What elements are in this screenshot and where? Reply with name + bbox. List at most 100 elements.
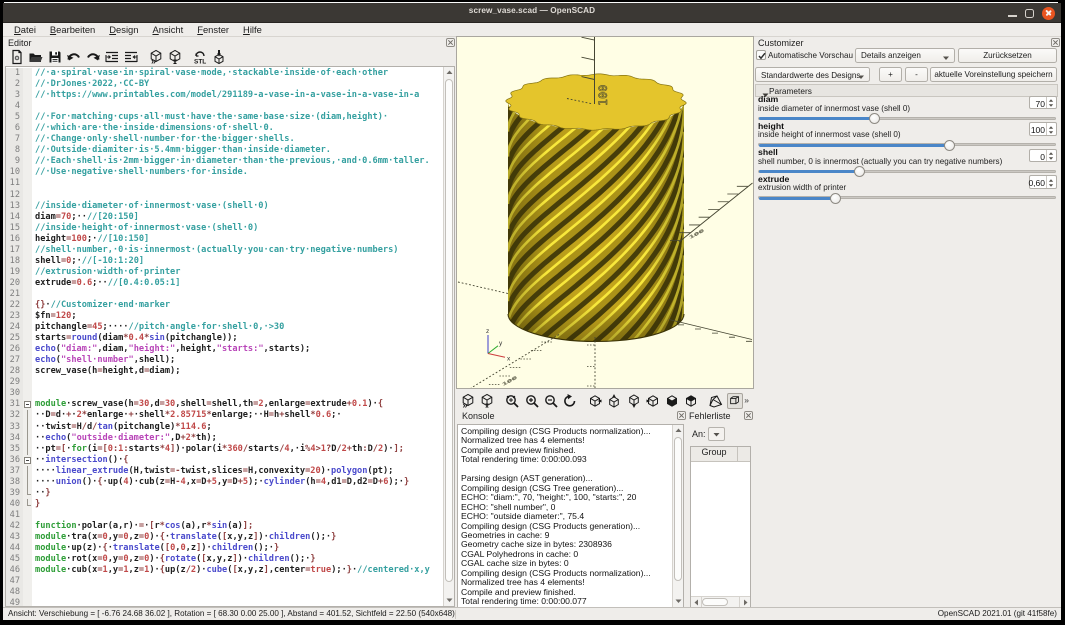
- code-line[interactable]: 23$fn=120;: [6, 311, 443, 322]
- code-line[interactable]: 24pitchangle=45;····//pitch·angle·for·sh…: [6, 322, 443, 333]
- code-line[interactable]: 13//inside·diameter·of·innermost·vase·(s…: [6, 201, 443, 212]
- menu-design[interactable]: Design: [102, 24, 145, 35]
- console-vertical-scrollbar[interactable]: [672, 425, 683, 607]
- minimize-button[interactable]: [1008, 15, 1017, 17]
- new-file-icon[interactable]: [9, 49, 25, 65]
- code-text-area[interactable]: 1//·a·spiral·vase·in·spiral·vase·mode,·s…: [6, 68, 443, 606]
- indent-icon[interactable]: [104, 49, 120, 65]
- code-line[interactable]: 19//extrusion·width·of·printer: [6, 267, 443, 278]
- editor-vertical-scrollbar[interactable]: [443, 67, 454, 606]
- zoom-out-icon[interactable]: [543, 393, 559, 409]
- code-line[interactable]: 22{}·//Customizer·end·marker: [6, 300, 443, 311]
- spinbox-arrows-icon[interactable]: [1046, 123, 1055, 135]
- save-preset-button[interactable]: aktuelle Voreinstellung speichern: [930, 67, 1057, 82]
- code-line[interactable]: 31module·screw_vase(h=30,d=30,shell=shel…: [6, 399, 443, 410]
- code-line[interactable]: 18shell=0;·//[-10:1:20]: [6, 256, 443, 267]
- console-panel[interactable]: Compiling design (CSG Products normaliza…: [457, 424, 684, 608]
- menu-datei[interactable]: Datei: [7, 24, 43, 35]
- menu-fenster[interactable]: Fenster: [190, 24, 236, 35]
- errorlist-close-icon[interactable]: [744, 411, 753, 420]
- code-line[interactable]: 45module·rot(x=0,y=0,z=0)·{rotate([x,y,z…: [6, 554, 443, 565]
- spinbox-arrows-icon[interactable]: [1046, 150, 1055, 162]
- save-file-icon[interactable]: [47, 49, 63, 65]
- code-line[interactable]: 37····linear_extrude(H,twist=-twist,slic…: [6, 466, 443, 477]
- preview-cube-icon[interactable]: »: [148, 49, 164, 65]
- code-line[interactable]: 28screw_vase(h=height,d=diam);: [6, 366, 443, 377]
- perspective-icon[interactable]: [708, 393, 724, 409]
- orthographic-icon[interactable]: [727, 393, 743, 409]
- preset-dropdown[interactable]: Standardwerte des Designs: [755, 67, 870, 82]
- code-line[interactable]: 11: [6, 178, 443, 189]
- view-render-icon[interactable]: [479, 393, 495, 409]
- code-line[interactable]: 38····union()·{·up(4)·cub(z=H-4,x=D+5,y=…: [6, 477, 443, 488]
- code-line[interactable]: 6//·which·are·the·inside·dimensions·of·s…: [6, 123, 443, 134]
- code-line[interactable]: 7//·Change·only·shell·number·for·the·big…: [6, 134, 443, 145]
- errorlist-horizontal-scrollbar[interactable]: [691, 596, 750, 607]
- undo-icon[interactable]: [66, 49, 82, 65]
- toolbar-overflow-icon[interactable]: »: [744, 395, 749, 405]
- console-close-icon[interactable]: [677, 411, 686, 420]
- code-line[interactable]: 14diam=70;··//[20:150]: [6, 212, 443, 223]
- code-line[interactable]: 33··twist=H/d/tan(pitchangle)*114.6;: [6, 422, 443, 433]
- scroll-down-icon[interactable]: [673, 596, 683, 607]
- view-front-icon[interactable]: [664, 393, 680, 409]
- code-line[interactable]: 25starts=round(diam*0.4*sin(pitchangle))…: [6, 333, 443, 344]
- print-model-icon[interactable]: [211, 49, 227, 65]
- spinbox-arrows-icon[interactable]: [1046, 176, 1055, 188]
- code-line[interactable]: 17//shell·number,·0·is·innermost·(actual…: [6, 245, 443, 256]
- code-line[interactable]: 12: [6, 190, 443, 201]
- errorlist-group-column[interactable]: Group: [691, 447, 738, 461]
- code-line[interactable]: 27echo("shell·number",shell);: [6, 355, 443, 366]
- unindent-icon[interactable]: [123, 49, 139, 65]
- code-line[interactable]: 10//·Use·negative·shell·numbers·for·insi…: [6, 167, 443, 178]
- scroll-up-icon[interactable]: [444, 67, 454, 78]
- add-preset-button[interactable]: +: [879, 67, 902, 82]
- remove-preset-button[interactable]: -: [905, 67, 928, 82]
- errorlist-table-header[interactable]: Group: [691, 447, 750, 462]
- parameter-slider[interactable]: [758, 196, 1056, 199]
- reset-view-icon[interactable]: [562, 393, 578, 409]
- maximize-button[interactable]: [1025, 9, 1034, 18]
- scroll-up-icon[interactable]: [673, 425, 683, 436]
- code-line[interactable]: 32··D=d·+·2*enlarge·+·shell*2.85715*enla…: [6, 410, 443, 421]
- code-line[interactable]: 4: [6, 101, 443, 112]
- open-file-icon[interactable]: [28, 49, 44, 65]
- code-line[interactable]: 30: [6, 388, 443, 399]
- parameter-spinbox[interactable]: 0: [1029, 149, 1057, 163]
- zoom-all-icon[interactable]: [504, 393, 520, 409]
- code-editor[interactable]: 1//·a·spiral·vase·in·spiral·vase·mode,·s…: [5, 66, 455, 607]
- menu-bearbeiten[interactable]: Bearbeiten: [43, 24, 102, 35]
- scroll-right-icon[interactable]: [739, 597, 750, 607]
- parameter-spinbox[interactable]: 0,60: [1029, 175, 1057, 189]
- code-line[interactable]: 39··}: [6, 488, 443, 499]
- slider-handle[interactable]: [830, 193, 841, 204]
- errorlist-table[interactable]: Group: [690, 446, 751, 608]
- customizer-close-icon[interactable]: [1051, 38, 1060, 47]
- view-preview-icon[interactable]: »: [460, 393, 476, 409]
- view-right-icon[interactable]: [587, 393, 603, 409]
- code-line[interactable]: 16height=100;·//[10:150]: [6, 234, 443, 245]
- code-line[interactable]: 40}: [6, 499, 443, 510]
- code-line[interactable]: 34··echo("outside·diameter:",D+2*th);: [6, 433, 443, 444]
- spinbox-arrows-icon[interactable]: [1046, 97, 1055, 109]
- parameter-spinbox[interactable]: 70: [1029, 96, 1057, 110]
- view-left-icon[interactable]: [645, 393, 661, 409]
- menu-hilfe[interactable]: Hilfe: [236, 24, 269, 35]
- code-line[interactable]: 49: [6, 598, 443, 607]
- code-line[interactable]: 2//·DrJones·2022,·CC-BY: [6, 79, 443, 90]
- code-line[interactable]: 35··pt=[·for(i=[0:1:starts*4])·polar(i*3…: [6, 444, 443, 455]
- editor-close-icon[interactable]: [446, 38, 455, 47]
- code-line[interactable]: 26echo("diam:",diam,"height:",height,"st…: [6, 344, 443, 355]
- code-line[interactable]: 42function·polar(a,r)·=·[r*cos(a),r*sin(…: [6, 521, 443, 532]
- parameter-slider[interactable]: [758, 170, 1056, 173]
- code-line[interactable]: 47: [6, 576, 443, 587]
- code-line[interactable]: 9//·Each·shell·is·2mm·bigger·in·diameter…: [6, 156, 443, 167]
- zoom-in-icon[interactable]: [524, 393, 540, 409]
- code-line[interactable]: 20extrude=0.6;··//[0.4:0.05:1]: [6, 278, 443, 289]
- code-line[interactable]: 29: [6, 377, 443, 388]
- code-line[interactable]: 46module·cub(x=1,y=1,z=1)·{up(z/2)·cube(…: [6, 565, 443, 576]
- menu-ansicht[interactable]: Ansicht: [145, 24, 190, 35]
- 3d-viewport[interactable]: 100100100zyx: [456, 36, 754, 389]
- redo-icon[interactable]: [85, 49, 101, 65]
- code-line[interactable]: 5//·For·matching·cups·all·must·have·the·…: [6, 112, 443, 123]
